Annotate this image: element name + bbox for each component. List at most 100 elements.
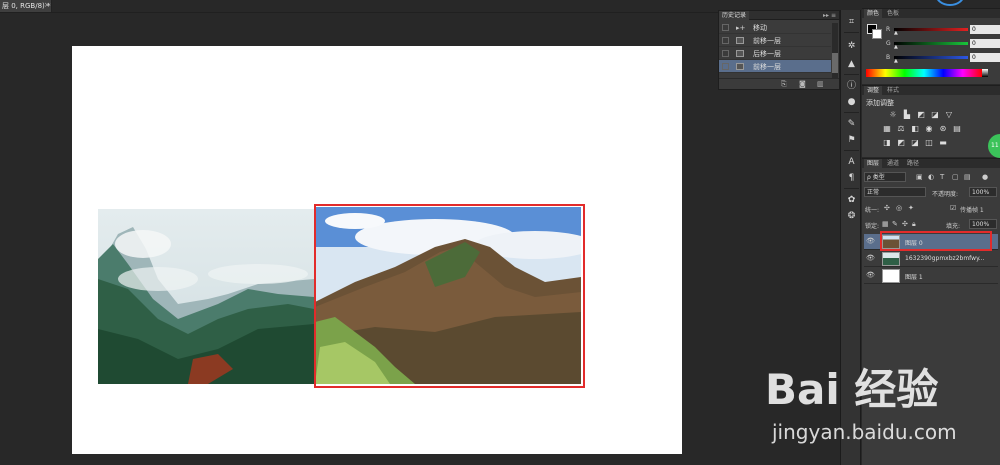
history-scrollbar[interactable]: [832, 23, 838, 79]
color-balance-icon[interactable]: ⚖: [896, 124, 906, 133]
levels-adjust-icon[interactable]: ▙: [902, 110, 912, 119]
layer-thumbnail: [882, 269, 900, 283]
document-tab[interactable]: 层 0, RGB/8) * ×: [0, 0, 52, 12]
lock-all-icon[interactable]: 🔒︎: [912, 220, 916, 229]
tool-divider: [844, 150, 859, 151]
layer-row[interactable]: 👁︎ 图层 1: [864, 268, 998, 284]
info-icon[interactable]: ⓘ: [845, 80, 858, 92]
red-slider[interactable]: [894, 28, 968, 31]
curves-icon[interactable]: ◩: [916, 110, 926, 119]
history-panel: 历史记录 ▸▸ ≡ ▸+ 移动 前移一层 后移一层 前移一层 ⎘ ◙ ▥: [718, 10, 840, 90]
tab-channels[interactable]: 通道: [884, 159, 902, 168]
tab-layers[interactable]: 图层: [864, 159, 883, 168]
green-slider[interactable]: [894, 42, 968, 45]
close-icon[interactable]: ×: [44, 1, 50, 9]
history-item[interactable]: 前移一层: [719, 34, 831, 47]
snapshot-checkbox[interactable]: [722, 63, 729, 70]
red-value-input[interactable]: 0: [970, 25, 1000, 34]
slider-knob-icon[interactable]: ▲: [894, 44, 898, 50]
invert-icon[interactable]: ◨: [882, 138, 892, 147]
filter-toggle-icon[interactable]: ●: [982, 173, 988, 181]
layer-name[interactable]: 图层 1: [905, 272, 997, 281]
color-spectrum[interactable]: [866, 69, 982, 77]
watermark-url: jingyan.baidu.com: [772, 420, 957, 444]
scroll-thumb[interactable]: [832, 53, 838, 73]
blue-slider[interactable]: [894, 56, 968, 59]
brightness-icon[interactable]: ☼: [888, 110, 898, 119]
tab-paths[interactable]: 路径: [904, 159, 922, 168]
snapshot-checkbox[interactable]: [722, 24, 729, 31]
eye-icon[interactable]: 👁︎: [866, 254, 875, 262]
new-snapshot-icon[interactable]: ⎘: [781, 80, 787, 89]
trash-icon[interactable]: ▥: [817, 80, 824, 88]
snapshot-checkbox[interactable]: [722, 50, 729, 57]
filter-pixel-icon[interactable]: ▣: [916, 173, 923, 181]
tab-history[interactable]: 历史记录: [719, 11, 750, 20]
tab-swatches[interactable]: 色板: [884, 9, 902, 18]
misty-mountain-image[interactable]: [98, 209, 314, 384]
filter-smart-icon[interactable]: ▤: [964, 173, 971, 181]
layer-filter-select[interactable]: ρ 类型: [864, 172, 906, 182]
styles-icon[interactable]: ❂: [845, 210, 858, 222]
filter-type-icon[interactable]: T: [940, 173, 944, 181]
tab-styles[interactable]: 样式: [884, 86, 902, 95]
history-item-selected[interactable]: 前移一层: [719, 60, 831, 73]
vibrance-icon[interactable]: ▽: [944, 110, 954, 119]
tab-color[interactable]: 颜色: [864, 9, 883, 18]
eye-icon[interactable]: 👁︎: [866, 271, 875, 279]
panel-menu-icon[interactable]: ▸▸ ≡: [823, 11, 836, 20]
levels-icon[interactable]: ▲: [845, 58, 858, 70]
tab-adjustments[interactable]: 调整: [864, 86, 883, 95]
clone-source-icon[interactable]: ⚑: [845, 134, 858, 146]
blend-mode-select[interactable]: 正常: [864, 187, 926, 197]
unify-label: 统一:: [865, 207, 880, 214]
watermark-brand-text: Bai 经验: [765, 365, 938, 414]
history-brush-icon[interactable]: ⌗: [845, 16, 858, 28]
unify-visibility-icon[interactable]: ◎: [896, 204, 902, 212]
paragraph-icon[interactable]: ¶: [845, 172, 858, 184]
asterisk-icon[interactable]: ✲: [845, 40, 858, 52]
info-circle-icon[interactable]: ●: [845, 96, 858, 108]
lock-position-icon[interactable]: ✣: [902, 220, 908, 228]
filter-shape-icon[interactable]: ▢: [952, 173, 959, 181]
gradient-map-icon[interactable]: ▬: [938, 138, 948, 147]
propagate-checkbox-icon[interactable]: ☑: [950, 204, 956, 212]
tool-divider: [844, 32, 859, 33]
blue-value-input[interactable]: 0: [970, 53, 1000, 62]
camera-icon[interactable]: ◙: [799, 80, 806, 88]
opacity-input[interactable]: 100%: [969, 187, 997, 197]
tool-divider: [844, 74, 859, 75]
exposure-icon[interactable]: ◪: [930, 110, 940, 119]
add-adjustment-title: 添加调整: [866, 99, 894, 107]
layer-name[interactable]: 1632390gpmxbz2bmfwy...: [905, 255, 997, 262]
snapshot-checkbox[interactable]: [722, 37, 729, 44]
filter-adjust-icon[interactable]: ◐: [928, 173, 934, 181]
brush-settings-icon[interactable]: ✎: [845, 118, 858, 130]
slider-knob-icon[interactable]: ▲: [894, 58, 898, 64]
selective-color-icon[interactable]: ◫: [924, 138, 934, 147]
channel-mixer-icon[interactable]: ⊛: [938, 124, 948, 133]
unify-position-icon[interactable]: ✣: [884, 204, 890, 212]
hue-saturation-icon[interactable]: ▦: [882, 124, 892, 133]
threshold-icon[interactable]: ◪: [910, 138, 920, 147]
fill-input[interactable]: 100%: [969, 219, 997, 229]
shapes-icon[interactable]: ✿: [845, 194, 858, 206]
background-color-swatch[interactable]: [872, 29, 882, 39]
lock-pixels-icon[interactable]: ✎: [892, 220, 898, 228]
photo-filter-icon[interactable]: ◉: [924, 124, 934, 133]
posterize-icon[interactable]: ◩: [896, 138, 906, 147]
layer-row[interactable]: 👁︎ 1632390gpmxbz2bmfwy...: [864, 251, 998, 267]
tool-divider: [844, 112, 859, 113]
eye-icon[interactable]: 👁︎: [866, 237, 875, 245]
black-white-icon[interactable]: ◧: [910, 124, 920, 133]
history-item[interactable]: 后移一层: [719, 47, 831, 60]
history-item[interactable]: ▸+ 移动: [719, 21, 831, 34]
slider-knob-icon[interactable]: ▲: [894, 30, 898, 36]
color-lookup-icon[interactable]: ▤: [952, 124, 962, 133]
grayscale-ramp[interactable]: [982, 69, 988, 77]
green-value-input[interactable]: 0: [970, 39, 1000, 48]
lock-transparent-icon[interactable]: ▦: [882, 220, 889, 228]
channel-label: G: [886, 40, 891, 47]
character-icon[interactable]: A: [845, 156, 858, 168]
unify-style-icon[interactable]: ✦: [908, 204, 914, 212]
